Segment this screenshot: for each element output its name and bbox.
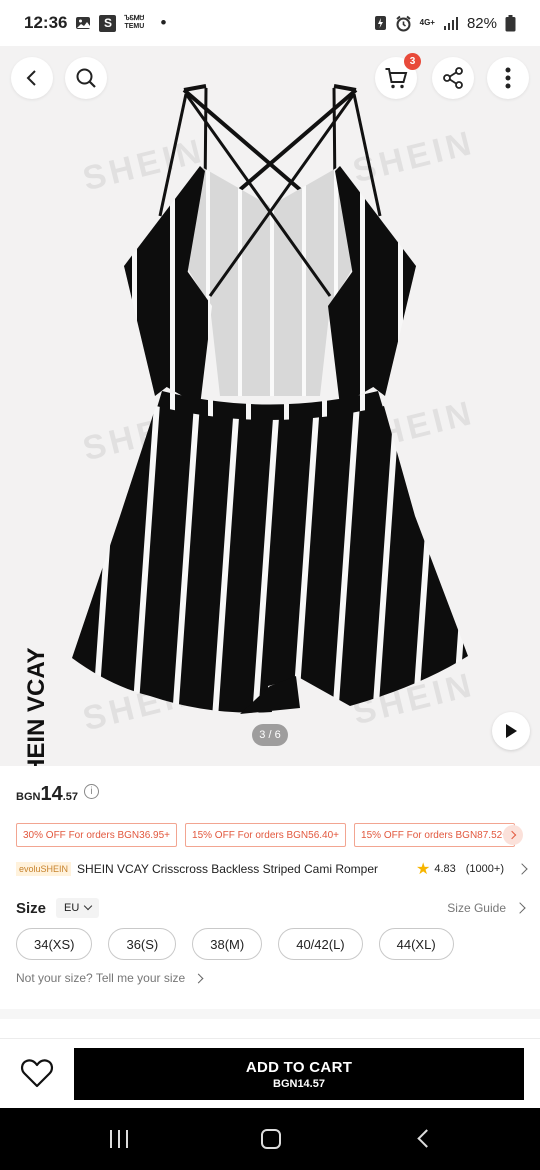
product-title-row[interactable]: evoluSHEIN SHEIN VCAY Crisscross Backles… bbox=[16, 859, 528, 879]
promo-tag[interactable]: 15% OFF For orders BGN56.40+ bbox=[185, 823, 347, 847]
s-app-notification-icon: S bbox=[99, 14, 117, 32]
size-header: Size EU Size Guide bbox=[16, 897, 526, 919]
size-option-44xl[interactable]: 44(XL) bbox=[378, 928, 454, 960]
battery-percent: 82% bbox=[466, 14, 497, 32]
product-title: SHEIN VCAY Crisscross Backless Striped C… bbox=[77, 862, 378, 876]
evolushein-tag: evoluSHEIN bbox=[16, 862, 72, 876]
star-icon: ★ bbox=[416, 861, 431, 878]
promotion-list: 30% OFF For orders BGN36.95+ 15% OFF For… bbox=[16, 823, 516, 847]
size-guide-link[interactable]: Size Guide bbox=[447, 901, 526, 915]
section-divider bbox=[0, 1009, 540, 1019]
play-video-button[interactable] bbox=[492, 712, 530, 750]
system-navigation-bar bbox=[0, 1108, 540, 1170]
wishlist-button[interactable] bbox=[18, 1054, 56, 1092]
chevron-right-icon bbox=[516, 863, 528, 875]
home-button[interactable] bbox=[261, 1129, 281, 1149]
rating[interactable]: ★ 4.83 (1000+) bbox=[416, 859, 528, 879]
add-to-cart-button[interactable]: ADD TO CART BGN14.57 bbox=[74, 1048, 524, 1100]
size-option-38m[interactable]: 38(M) bbox=[192, 928, 263, 960]
share-button[interactable] bbox=[432, 57, 474, 99]
shein-vcay-logo: SHEIN VCAY bbox=[23, 648, 50, 767]
temu-notification-icon: ᏖᏋᎷᏌ TEMU bbox=[124, 15, 145, 30]
add-to-cart-label: ADD TO CART bbox=[245, 1058, 353, 1076]
price: BGN 14 .57 i bbox=[16, 783, 99, 806]
status-time: 12:36 bbox=[24, 13, 68, 32]
back-nav-button[interactable] bbox=[417, 1129, 436, 1148]
size-guide-label: Size Guide bbox=[447, 901, 506, 915]
alarm-icon bbox=[395, 15, 412, 32]
search-button[interactable] bbox=[65, 57, 107, 99]
chevron-right-icon bbox=[514, 902, 526, 914]
more-options-button[interactable] bbox=[487, 57, 529, 99]
more-icon bbox=[505, 67, 511, 89]
product-image-gallery[interactable]: SHEIN SHEIN SHEIN SHEIN SHEIN SHEIN 3 SH… bbox=[0, 46, 540, 766]
romper-product-image bbox=[72, 84, 468, 714]
share-icon bbox=[443, 67, 463, 89]
size-recommendation-link[interactable]: Not your size? Tell me your size bbox=[16, 971, 204, 985]
cart-icon bbox=[385, 68, 408, 89]
price-decimals: .57 bbox=[62, 791, 78, 803]
back-icon bbox=[26, 70, 36, 86]
add-to-cart-price: BGN14.57 bbox=[273, 1077, 325, 1090]
brand-vertical-text: SHEIN VCAY bbox=[23, 648, 50, 767]
battery-icon bbox=[505, 14, 516, 32]
chevron-right-icon bbox=[507, 830, 517, 840]
status-bar: 12:36 S ᏖᏋᎷᏌ TEMU • 4G+ 82% bbox=[0, 0, 540, 46]
gallery-notification-icon bbox=[75, 15, 91, 31]
play-icon bbox=[506, 724, 517, 738]
size-label: Size bbox=[16, 899, 47, 917]
size-option-40-42l[interactable]: 40/42(L) bbox=[278, 928, 363, 960]
network-type-indicator: 4G+ bbox=[419, 18, 435, 27]
info-icon[interactable]: i bbox=[84, 784, 99, 799]
recent-apps-button[interactable] bbox=[110, 1130, 128, 1148]
promo-tag[interactable]: 15% OFF For orders BGN87.52+ bbox=[354, 823, 516, 847]
bottom-action-bar: ADD TO CART BGN14.57 bbox=[0, 1038, 540, 1108]
signal-icon bbox=[443, 16, 459, 31]
chevron-right-icon bbox=[193, 973, 204, 983]
price-currency: BGN bbox=[16, 791, 41, 803]
review-count: (1000+) bbox=[465, 863, 504, 875]
battery-saver-icon bbox=[374, 15, 387, 31]
cart-button[interactable]: 3 bbox=[375, 53, 421, 99]
rating-value: 4.83 bbox=[434, 863, 456, 875]
size-region-value: EU bbox=[64, 902, 80, 914]
size-region-dropdown[interactable]: EU bbox=[56, 898, 100, 918]
size-options: 34(XS) 36(S) 38(M) 40/42(L) 44(XL) bbox=[16, 928, 454, 960]
cart-count-badge: 3 bbox=[404, 53, 421, 70]
search-icon bbox=[76, 68, 96, 88]
back-button[interactable] bbox=[11, 57, 53, 99]
promo-more-button[interactable] bbox=[503, 825, 523, 845]
size-recommendation-label: Not your size? Tell me your size bbox=[16, 971, 186, 985]
promo-tag[interactable]: 30% OFF For orders BGN36.95+ bbox=[16, 823, 178, 847]
image-counter: 3 / 6 bbox=[252, 724, 288, 746]
heart-icon bbox=[20, 1059, 54, 1088]
price-main: 14 bbox=[40, 783, 63, 805]
size-option-36s[interactable]: 36(S) bbox=[108, 928, 177, 960]
chevron-down-icon bbox=[84, 901, 93, 911]
notification-dot: • bbox=[160, 13, 167, 32]
size-option-34xs[interactable]: 34(XS) bbox=[16, 928, 93, 960]
